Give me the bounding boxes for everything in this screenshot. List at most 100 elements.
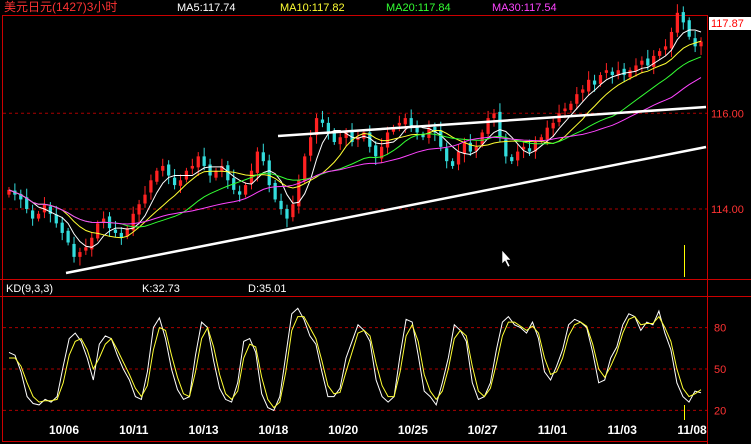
candle-body: [320, 119, 325, 123]
candle-body: [450, 161, 455, 166]
mouse-cursor-icon: [501, 249, 512, 268]
ma5-line: [8, 29, 702, 248]
candle-body: [598, 75, 603, 84]
candle-body: [492, 113, 496, 119]
y-tick-label: 116.00: [711, 108, 744, 120]
candle-body: [303, 156, 307, 182]
d-line: [9, 315, 702, 409]
candle-body: [456, 151, 461, 165]
candle-body: [699, 41, 703, 47]
candle-body: [681, 12, 685, 23]
candle-body: [403, 118, 407, 125]
candle-body: [267, 160, 271, 186]
candle-body: [30, 210, 35, 219]
ma10-line: [8, 40, 702, 239]
kd-label: KD(9,3,3): [6, 283, 53, 295]
candle-body: [285, 209, 289, 219]
d-value-label: D:35.01: [248, 283, 287, 295]
x-tick-label: 11/03: [608, 423, 638, 437]
candle-body: [309, 137, 313, 156]
candle-body: [569, 103, 573, 110]
candle-body: [78, 252, 82, 257]
upper-trend-line: [277, 105, 707, 138]
x-tick-label: 10/18: [258, 423, 288, 437]
candle-body: [84, 247, 88, 251]
candle-body: [66, 230, 70, 243]
candle-body: [592, 80, 597, 85]
x-tick-label: 10/06: [49, 423, 79, 437]
candle-body: [36, 213, 41, 219]
lower-trend-line: [65, 145, 707, 275]
kd-tick-label: 20: [714, 405, 726, 417]
candle-body: [581, 89, 585, 93]
candle-body: [326, 122, 331, 133]
candle-body: [498, 111, 502, 138]
candle-body: [190, 165, 194, 169]
candle-body: [273, 182, 277, 200]
x-tick-label: 10/20: [328, 423, 358, 437]
grid-lines: [3, 112, 707, 411]
candle-body: [516, 151, 520, 161]
candle-body: [397, 122, 401, 126]
candle-body: [510, 157, 514, 162]
candle-body: [243, 185, 248, 195]
candle-body: [113, 229, 118, 233]
candle-body: [255, 151, 260, 173]
candle-body: [149, 180, 153, 193]
price-chart-canvas: 美元日元(1427)3小时 MA5:117.74 MA10:117.82 MA2…: [0, 0, 751, 444]
candle-body: [587, 79, 591, 92]
chart-window: { "header": { "title": "美元日元(1427)3小时", …: [0, 0, 751, 444]
candle-body: [652, 55, 656, 67]
candle-body: [669, 31, 674, 49]
candle-body: [60, 222, 64, 233]
candle-body: [640, 60, 644, 65]
candle-body: [622, 68, 626, 76]
ma20-line: [8, 56, 702, 228]
candle-body: [238, 191, 242, 195]
last-price-label: 117.87: [711, 18, 744, 30]
candle-body: [551, 122, 555, 129]
candle-body: [563, 108, 567, 112]
candle-body: [178, 180, 183, 186]
candle-body: [374, 145, 378, 157]
candle-body: [96, 223, 100, 239]
candle-body: [72, 243, 76, 257]
x-tick-label: 10/13: [189, 423, 219, 437]
y-tick-label: 114.00: [711, 204, 744, 216]
candle-body: [167, 164, 171, 176]
candle-body: [161, 165, 165, 171]
candle-body: [462, 142, 467, 154]
candle-body: [291, 204, 295, 218]
ma20-label: MA20:117.84: [386, 2, 451, 14]
candle-body: [172, 177, 177, 186]
candle-body: [527, 148, 532, 152]
kd-tick-label: 50: [714, 364, 726, 376]
ma5-label: MA5:117.74: [177, 2, 236, 14]
candle-body: [439, 130, 443, 147]
candle-body: [208, 164, 212, 176]
x-tick-label: 10/27: [468, 423, 498, 437]
kd-tick-label: 80: [714, 323, 726, 335]
k-line: [8, 307, 702, 412]
ma30-label: MA30:117.54: [492, 2, 557, 14]
candle-body: [663, 46, 668, 50]
ma30-line: [8, 77, 702, 225]
candle-body: [137, 204, 141, 215]
moving-averages: [8, 29, 702, 248]
x-tick-label: 11/01: [538, 423, 568, 437]
x-tick-label: 11/08: [677, 423, 707, 437]
x-tick-label: 10/25: [398, 423, 428, 437]
candles: [7, 4, 703, 266]
candle-body: [445, 148, 449, 162]
trend-lines: [65, 105, 707, 275]
kd-lines: [8, 307, 702, 412]
candle-body: [575, 94, 579, 104]
candle-body: [646, 58, 650, 66]
chart-title: 美元日元(1427)3小时: [4, 0, 117, 14]
candle-body: [338, 137, 342, 145]
candle-body: [143, 194, 147, 204]
candle-body: [687, 20, 691, 37]
candle-body: [545, 127, 549, 140]
candle-body: [628, 70, 632, 78]
candle-body: [155, 170, 159, 182]
